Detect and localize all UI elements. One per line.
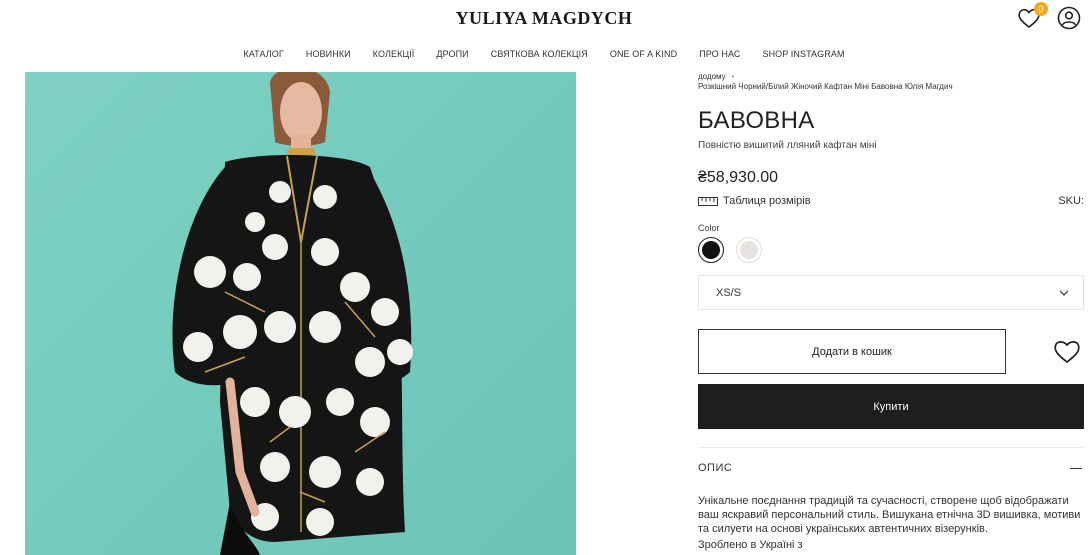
breadcrumb-current: Розкішний Чорний/Білий Жіночий Кафтан Мі… bbox=[698, 82, 953, 91]
product-price: ₴58,930.00 bbox=[698, 169, 779, 186]
nav-item-one-of-a-kind[interactable]: ONE OF A KIND bbox=[599, 49, 688, 59]
main-nav: КАТАЛОГ НОВИНКИ КОЛЕКЦІЇ ДРОПИ СВЯТКОВА … bbox=[0, 49, 1088, 59]
size-table-label: Таблиця розмірів bbox=[723, 195, 811, 207]
description-body: Унікальне поєднання традицій та сучаснос… bbox=[698, 495, 1081, 535]
ruler-icon bbox=[698, 196, 718, 206]
add-to-wishlist-button[interactable] bbox=[1052, 337, 1082, 367]
account-button[interactable] bbox=[1056, 5, 1082, 31]
breadcrumb-separator: • bbox=[731, 72, 735, 81]
cart-row: Додати в кошик bbox=[698, 329, 1084, 374]
breadcrumb-home-link[interactable]: додому bbox=[698, 72, 726, 81]
description-title: ОПИС bbox=[698, 462, 733, 474]
heart-icon bbox=[1054, 341, 1080, 364]
swatch-fill-black bbox=[702, 241, 720, 259]
product-subtitle: Повністю вишитий лляний кафтан міні bbox=[698, 140, 877, 151]
color-swatch-black[interactable] bbox=[698, 237, 724, 263]
sku-label: SKU: bbox=[1058, 195, 1084, 207]
size-table-row: Таблиця розмірів SKU: bbox=[698, 195, 1084, 207]
product-title: БАВОВНА bbox=[698, 107, 815, 134]
add-to-cart-button[interactable]: Додати в кошик bbox=[698, 329, 1006, 374]
color-swatch-white[interactable] bbox=[736, 237, 762, 263]
description-accordion[interactable]: ОПИС bbox=[698, 447, 1084, 474]
user-icon bbox=[1057, 6, 1081, 30]
wishlist-button[interactable]: 0 bbox=[1016, 2, 1048, 31]
product-details: додому • Розкішний Чорний/Білий Жіночий К… bbox=[698, 72, 1084, 552]
color-label: Color bbox=[698, 223, 720, 233]
nav-item-collections[interactable]: КОЛЕКЦІЇ bbox=[362, 49, 426, 59]
nav-item-new[interactable]: НОВИНКИ bbox=[295, 49, 362, 59]
chevron-down-icon bbox=[1059, 290, 1069, 296]
nav-item-shop-instagram[interactable]: SHOP INSTAGRAM bbox=[751, 49, 855, 59]
description-text: Унікальне поєднання традицій та сучаснос… bbox=[698, 494, 1084, 552]
site-logo[interactable]: YULIYA MAGDYCH bbox=[0, 8, 1088, 29]
product-image[interactable] bbox=[25, 72, 576, 555]
buy-now-button[interactable]: Купити bbox=[698, 384, 1084, 429]
nav-item-about[interactable]: ПРО НАС bbox=[688, 49, 751, 59]
minus-icon bbox=[1070, 467, 1082, 469]
color-swatches bbox=[698, 237, 1084, 263]
nav-item-catalog[interactable]: КАТАЛОГ bbox=[232, 49, 294, 59]
product-photo-illustration bbox=[172, 72, 413, 555]
wishlist-count-badge: 0 bbox=[1034, 2, 1048, 16]
size-select-value: XS/S bbox=[716, 286, 742, 299]
size-select[interactable]: XS/S bbox=[698, 275, 1084, 310]
size-table-link[interactable]: Таблиця розмірів bbox=[698, 195, 811, 207]
breadcrumb: додому • bbox=[698, 72, 1084, 81]
header-icons: 0 bbox=[1016, 2, 1082, 31]
nav-item-drops[interactable]: ДРОПИ bbox=[425, 49, 479, 59]
swatch-fill-white bbox=[740, 241, 758, 259]
nav-item-holiday-collection[interactable]: СВЯТКОВА КОЛЕКЦІЯ bbox=[480, 49, 599, 59]
made-in-text: Зроблено в Україні з bbox=[698, 539, 803, 551]
